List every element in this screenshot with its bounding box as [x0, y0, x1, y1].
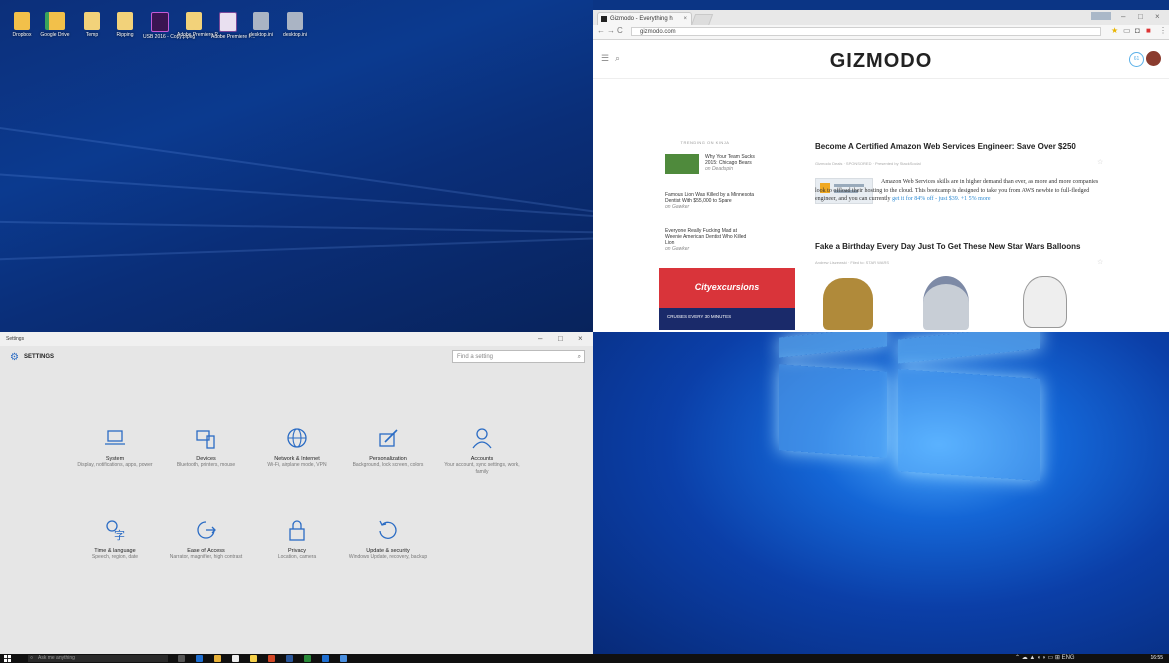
globe-icon — [287, 428, 307, 448]
person-icon — [472, 428, 492, 449]
desktop-icon-premiere-2[interactable]: Adobe Premiere P... — [211, 12, 255, 40]
app-icon[interactable] — [268, 655, 275, 662]
gizmodo-favicon-icon — [601, 16, 607, 22]
desktop-icon-premiere-1[interactable]: Adobe Premiere P... — [177, 12, 221, 38]
settings-category-personalization[interactable]: Personalization Background, lock screen,… — [348, 427, 428, 469]
search-icon: ○ — [30, 655, 34, 661]
settings-title-bar: Settings – □ × — [0, 332, 593, 346]
settings-taskbar-icon[interactable] — [340, 655, 347, 662]
browser-window: Gizmodo - Everything h × – □ × ← → C giz… — [593, 10, 1169, 332]
reload-icon[interactable]: C — [617, 26, 623, 35]
save-star-icon[interactable]: ☆ — [1097, 158, 1103, 166]
desktop-icon-desktop-ini-1[interactable]: desktop.ini — [244, 12, 278, 38]
brush-icon — [379, 429, 398, 447]
site-header: ☰ ⌕ GIZMODO 61 — [593, 40, 1169, 79]
app-icon[interactable] — [286, 655, 293, 662]
refresh-icon — [379, 520, 397, 539]
svg-text:字: 字 — [114, 528, 125, 541]
close-icon[interactable]: × — [578, 332, 583, 346]
accessibility-icon — [197, 521, 216, 539]
app-icon[interactable] — [304, 655, 311, 662]
settings-category-system[interactable]: System Display, notifications, apps, pow… — [75, 427, 155, 469]
article-image[interactable] — [815, 272, 1107, 332]
clock[interactable]: 16:55 — [1150, 654, 1163, 663]
forward-icon[interactable]: → — [607, 26, 615, 35]
profile-badge[interactable] — [1091, 12, 1111, 20]
settings-header: SETTINGS — [24, 354, 55, 360]
laptop-icon — [105, 430, 125, 445]
chrome-icon[interactable] — [250, 655, 257, 662]
tab-title: Gizmodo - Everything h — [610, 16, 673, 22]
settings-category-network[interactable]: Network & Internet Wi-Fi, airplane mode,… — [257, 427, 337, 469]
desktop-icon-ripping[interactable]: Ripping — [108, 12, 142, 38]
file-explorer-icon[interactable] — [214, 655, 221, 662]
search-input[interactable]: Find a setting ⌕ — [452, 350, 585, 363]
store-icon[interactable] — [232, 655, 239, 662]
settings-category-accounts[interactable]: Accounts Your account, sync settings, wo… — [442, 427, 522, 476]
search-icon: ⌕ — [577, 354, 581, 360]
desktop-wallpaper-top-left: Dropbox Google Drive Temp Ripping USB 20… — [0, 0, 593, 332]
article-body: Amazon Web Services skills are in higher… — [815, 179, 1099, 202]
tab-bar: Gizmodo - Everything h × – □ × — [593, 10, 1169, 26]
minimize-icon[interactable]: – — [538, 332, 542, 346]
desktop-wallpaper-windows-logo — [593, 332, 1169, 654]
settings-category-update-security[interactable]: Update & security Windows Update, recove… — [348, 519, 428, 561]
taskbar: ○ Ask me anything ⌃ ☁ ▲ ◖ ◗ ▭ ⊞ ENG 16:5… — [0, 654, 1169, 663]
task-view-icon[interactable] — [178, 655, 185, 662]
lock-icon — [289, 520, 305, 541]
windows-start-icon[interactable] — [4, 655, 11, 662]
close-tab-icon[interactable]: × — [683, 13, 687, 25]
settings-category-ease-of-access[interactable]: Ease of Access Narrator, magnifier, high… — [166, 519, 246, 561]
maximize-icon[interactable]: □ — [558, 332, 563, 346]
trending-column: TRENDING ON KINJA Why Your Team Sucks 20… — [655, 140, 795, 330]
settings-category-privacy[interactable]: Privacy Location, camera — [257, 519, 337, 561]
trending-item[interactable]: Famous Lion Was Killed by a Minnesota De… — [665, 192, 755, 210]
tab-gizmodo[interactable]: Gizmodo - Everything h × — [597, 12, 692, 25]
cast-icon[interactable]: ▭ — [1123, 26, 1131, 35]
desktop-icon-desktop-ini-2[interactable]: desktop.ini — [278, 12, 312, 38]
desktop-icon-dropbox[interactable]: Dropbox — [5, 12, 39, 38]
gear-icon: ⚙ — [10, 352, 19, 363]
article-link[interactable]: get it for 84% off - just $39. +1 5% mor… — [892, 196, 990, 202]
system-tray-icons[interactable]: ⌃ ☁ ▲ ◖ ◗ ▭ ⊞ ENG — [1015, 654, 1075, 663]
close-icon[interactable]: × — [1155, 12, 1160, 21]
bookmark-star-icon[interactable]: ★ — [1111, 26, 1118, 35]
back-icon[interactable]: ← — [597, 26, 605, 35]
taskbar-search-input[interactable]: ○ Ask me anything — [28, 655, 168, 662]
settings-window-title: Settings — [6, 336, 25, 342]
trending-item[interactable]: Everyone Really Fucking Mad at Weenie Am… — [665, 228, 755, 252]
save-star-icon[interactable]: ☆ — [1097, 258, 1103, 266]
pocket-icon[interactable]: ◘ — [1135, 26, 1140, 35]
article-title[interactable]: Fake a Birthday Every Day Just To Get Th… — [815, 242, 1080, 251]
keyboard-icon — [196, 430, 215, 449]
article-meta: Gizmodo Deals · SPONSORED · Presented by… — [815, 161, 921, 166]
desktop-icon-google-drive[interactable]: Google Drive — [38, 12, 72, 38]
desktop-icon-usb-file[interactable]: USB 2016 - Copy.pipeg — [143, 12, 195, 40]
desktop-icon-temp[interactable]: Temp — [75, 12, 109, 38]
minimize-icon[interactable]: – — [1121, 12, 1125, 21]
settings-category-devices[interactable]: Devices Bluetooth, printers, mouse — [166, 427, 246, 469]
extension-icon[interactable]: ■ — [1146, 26, 1151, 35]
trending-heading: TRENDING ON KINJA — [680, 140, 730, 145]
notification-badge[interactable]: 61 — [1129, 52, 1144, 67]
language-icon: 字 — [106, 520, 125, 541]
settings-window: Settings – □ × ⚙ SETTINGS Find a setting… — [0, 332, 593, 654]
menu-icon[interactable]: ⋮ — [1159, 26, 1167, 35]
url-input[interactable]: gizmodo.com — [631, 27, 1101, 36]
edge-icon[interactable] — [196, 655, 203, 662]
article-meta: Andrew Liszewski · Filed to: STAR WARS — [815, 260, 890, 265]
app-icon[interactable] — [322, 655, 329, 662]
ad-banner[interactable]: Cityexcursions CRUISES EVERY 30 MINUTES — [659, 268, 795, 330]
settings-category-time-language[interactable]: 字 Time & language Speech, region, date — [75, 519, 155, 561]
address-bar-row: ← → C gizmodo.com ★ ▭ ◘ ■ ⋮ — [593, 25, 1169, 40]
avatar[interactable] — [1146, 51, 1161, 66]
desktop-strip — [593, 0, 1169, 10]
gizmodo-logo[interactable]: GIZMODO — [593, 50, 1169, 73]
article-title[interactable]: Become A Certified Amazon Web Services E… — [815, 142, 1076, 151]
maximize-icon[interactable]: □ — [1138, 12, 1143, 21]
